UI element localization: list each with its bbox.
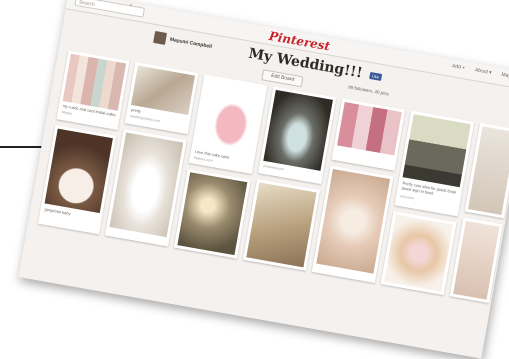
- pin-card[interactable]: pinterest.com: [258, 86, 337, 185]
- pin-card[interactable]: Love this cake color theknot.com: [188, 74, 268, 174]
- pin-image[interactable]: [316, 168, 391, 274]
- nav-user[interactable]: Mayumi ▾: [501, 72, 509, 82]
- board-owner[interactable]: Mayumi Campbell: [153, 31, 213, 53]
- owner-name[interactable]: Mayumi Campbell: [169, 37, 212, 50]
- pinterest-page: Search ⌕ Pinterest Add + About ▾ Mayumi …: [18, 0, 509, 359]
- pin-card[interactable]: Pretty cute idea for guest book guest si…: [394, 110, 475, 217]
- pin-image[interactable]: [130, 65, 196, 115]
- nav-add[interactable]: Add +: [451, 63, 465, 71]
- pin-card[interactable]: [242, 178, 321, 271]
- callout-line: [0, 146, 42, 148]
- top-nav: Add + About ▾ Mayumi ▾: [451, 63, 509, 81]
- pin-card[interactable]: [449, 217, 503, 304]
- pin-card[interactable]: my rustic and cool bridal collection May…: [56, 50, 130, 130]
- pin-image[interactable]: [194, 77, 264, 157]
- avatar[interactable]: [153, 31, 168, 45]
- pin-card[interactable]: pretty weddingchicks.com: [124, 62, 199, 135]
- pin-card[interactable]: [173, 168, 251, 259]
- pin-image[interactable]: [44, 128, 113, 214]
- pin-image[interactable]: [246, 182, 317, 268]
- pin-image[interactable]: [453, 220, 500, 300]
- pin-image[interactable]: [337, 102, 402, 156]
- pin-image[interactable]: [263, 89, 333, 171]
- pin-image[interactable]: [384, 214, 454, 292]
- like-button[interactable]: Like: [369, 71, 382, 81]
- pin-card[interactable]: [380, 211, 457, 296]
- board-stats: 89 followers, 40 pins: [347, 84, 390, 97]
- edit-board-button[interactable]: Edit Board: [261, 69, 304, 88]
- tilted-screenshot: Search ⌕ Pinterest Add + About ▾ Mayumi …: [18, 0, 509, 359]
- pin-image[interactable]: [402, 114, 471, 188]
- search-input[interactable]: Search: [74, 0, 146, 18]
- pin-image[interactable]: [109, 132, 184, 238]
- pin-card[interactable]: gorgeous baby: [37, 125, 117, 235]
- pin-card[interactable]: [104, 129, 187, 247]
- pin-card[interactable]: [331, 98, 406, 171]
- pin-image[interactable]: [177, 172, 248, 256]
- nav-about[interactable]: About ▾: [474, 67, 492, 76]
- pin-image[interactable]: [468, 126, 509, 215]
- pin-card[interactable]: [311, 165, 394, 283]
- pin-image[interactable]: [62, 53, 127, 111]
